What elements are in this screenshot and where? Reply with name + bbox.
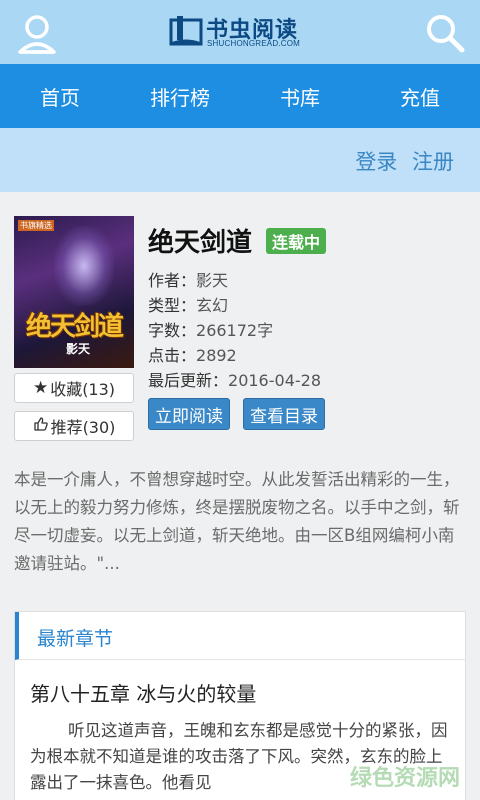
latest-heading: 最新章节 <box>37 628 114 650</box>
genre-value: 玄幻 <box>196 296 229 315</box>
auth-bar: 登录 注册 <box>0 128 480 192</box>
meta-clicks: 点击：2892 <box>148 342 237 366</box>
logo-subtitle: SHUCHONGREAD.COM <box>207 39 300 48</box>
meta-genre: 类型：玄幻 <box>148 292 228 316</box>
recommend-label: 推荐(30) <box>50 418 116 437</box>
book-logo-icon <box>168 14 204 48</box>
panel-heading: 最新章节 <box>15 612 465 660</box>
app-logo: 书虫阅读 SHUCHONGREAD.COM <box>168 12 318 52</box>
register-link[interactable]: 注册 <box>412 150 454 174</box>
chapter-title[interactable]: 第八十五章 冰与火的较量 <box>30 678 256 707</box>
book-cover[interactable]: 书旗精选 绝天剑道 影天 <box>14 216 134 368</box>
login-link[interactable]: 登录 <box>355 150 397 174</box>
read-now-button[interactable]: 立即阅读 <box>148 398 230 430</box>
meta-updated: 最后更新：2016-04-28 <box>148 367 321 391</box>
updated-label: 最后更新： <box>148 371 229 390</box>
words-value: 266172字 <box>196 321 274 340</box>
nav-item-home[interactable]: 首页 <box>0 64 120 128</box>
search-icon[interactable] <box>422 10 468 56</box>
watermark: 绿色资源网 <box>349 766 460 791</box>
status-badge: 连载中 <box>266 228 327 254</box>
author-label: 作者： <box>148 271 197 290</box>
favorite-label: 收藏(13) <box>50 380 116 399</box>
top-bar: 书虫阅读 SHUCHONGREAD.COM <box>0 0 480 64</box>
nav-item-ranking[interactable]: 排行榜 <box>120 64 240 128</box>
author-value: 影天 <box>196 271 229 290</box>
thumbs-up-icon <box>33 416 49 437</box>
cover-tag: 书旗精选 <box>18 220 54 231</box>
words-label: 字数： <box>148 321 197 340</box>
clicks-label: 点击： <box>148 346 197 365</box>
user-avatar-icon[interactable] <box>14 10 60 56</box>
auth-links: 登录 注册 <box>347 146 454 176</box>
updated-value: 2016-04-28 <box>228 371 321 390</box>
cover-figure <box>54 226 114 306</box>
view-toc-button[interactable]: 查看目录 <box>243 398 325 430</box>
main-nav: 首页 排行榜 书库 充值 <box>0 64 480 128</box>
nav-item-library[interactable]: 书库 <box>240 64 360 128</box>
star-icon: ★ <box>32 378 49 398</box>
cover-title: 绝天剑道 <box>25 312 124 342</box>
clicks-value: 2892 <box>196 346 237 365</box>
book-intro: 本是一介庸人，不曾想穿越时空。从此发誓活出精彩的一生，以无上的毅力努力修炼，终是… <box>14 470 460 573</box>
meta-author: 作者：影天 <box>148 267 228 291</box>
recommend-button[interactable]: 推荐(30) <box>14 411 134 441</box>
genre-label: 类型： <box>148 296 197 315</box>
favorite-button[interactable]: ★ 收藏(13) <box>14 373 134 403</box>
meta-words: 字数：266172字 <box>148 317 273 341</box>
nav-item-recharge[interactable]: 充值 <box>360 64 480 128</box>
cover-author: 影天 <box>66 342 91 356</box>
book-title: 绝天剑道 <box>148 228 253 258</box>
